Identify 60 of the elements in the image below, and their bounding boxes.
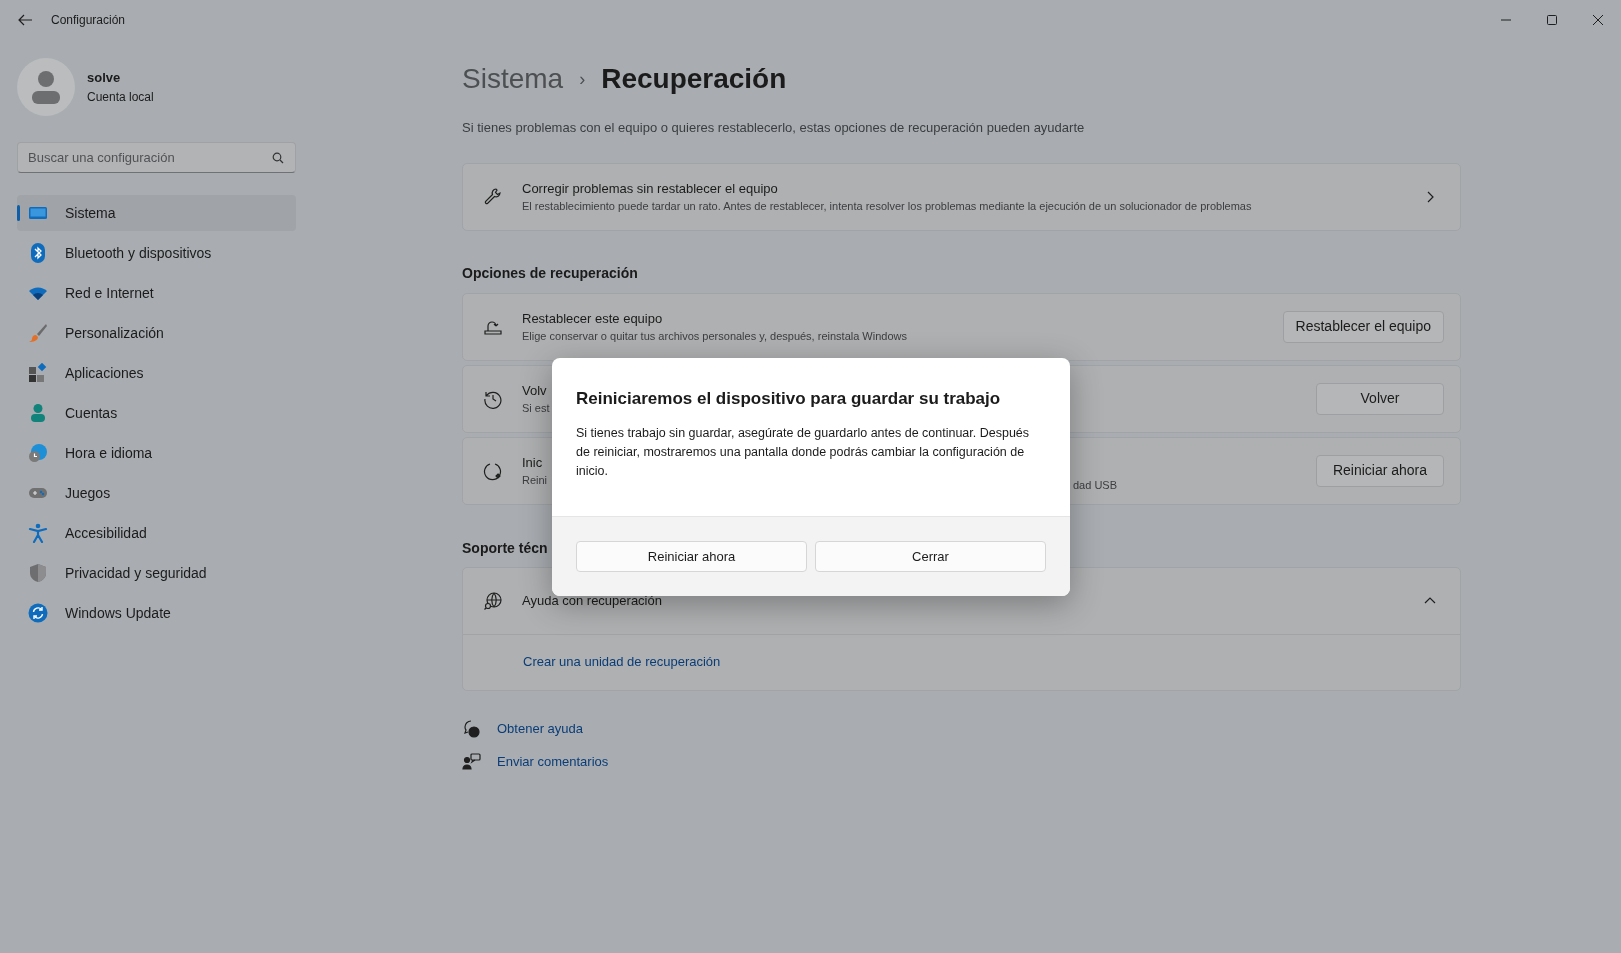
- settings-card[interactable]: Corregir problemas sin restablecer el equipo El restablecimiento puede tardar un rato. Antes de restablecer, intenta resolver los problemas mediante la ejecución de un solucionador de problemas: [462, 162, 1461, 231]
- help-link[interactable]: Enviar comentarios: [497, 751, 609, 772]
- card-title: Corregir problemas sin restablecer el equipo: [522, 179, 779, 198]
- nav-item[interactable]: Privacidad y seguridad: [17, 555, 296, 591]
- nav-item[interactable]: Cuentas: [17, 395, 296, 431]
- card-subtitle: El restablecimiento puede tardar un rato. Antes de restablecer, intenta resolver los problemas mediante la ejecución de un solucionador de problemas: [522, 199, 1253, 214]
- action-button[interactable]: Volver: [1316, 382, 1444, 415]
- person-icon: [28, 403, 48, 423]
- dialog-button[interactable]: Cerrar: [815, 541, 1046, 572]
- card-title: Ayuda con recuperación: [522, 591, 663, 610]
- page-description: Si tienes problemas con el equipo o quieres restablecerlo, estas opciones de recuperación pueden ayudarte: [462, 119, 1086, 137]
- nav-item[interactable]: Accesibilidad: [17, 515, 296, 551]
- selection-indicator: [17, 205, 20, 221]
- dialog-button[interactable]: Reiniciar ahora: [576, 541, 807, 572]
- nav-item[interactable]: Juegos: [17, 475, 296, 511]
- nav-item[interactable]: Hora e idioma: [17, 435, 296, 471]
- wrench-icon: [483, 186, 503, 207]
- globe-search-icon: [483, 590, 503, 611]
- page-title: Recuperación: [601, 62, 787, 96]
- action-button[interactable]: Reiniciar ahora: [1316, 454, 1444, 487]
- nav-item[interactable]: Bluetooth y dispositivos: [17, 235, 296, 271]
- card-subtitle: Elige conservar o quitar tus archivos personales y, después, reinstala Windows: [522, 329, 907, 344]
- nav-item[interactable]: Windows Update: [17, 595, 296, 631]
- card-title: Restablecer este equipo: [522, 309, 663, 328]
- card-title: Volv: [522, 381, 547, 400]
- breadcrumb-parent[interactable]: Sistema: [462, 58, 564, 100]
- back-arrow-icon[interactable]: [17, 12, 33, 28]
- nav-item[interactable]: Sistema: [17, 195, 296, 231]
- breadcrumb-separator: ›: [579, 67, 586, 91]
- card-title: Inic: [522, 453, 543, 472]
- dialog-title: Reiniciaremos el dispositivo para guardar su trabajo: [576, 388, 1002, 410]
- bluetooth-icon: [28, 243, 48, 263]
- action-button[interactable]: Restablecer el equipo: [1282, 310, 1444, 343]
- dialog-message: Si tienes trabajo sin guardar, asegúrate de guardarlo antes de continuar. Después de reiniciar, mostraremos una pantalla donde podrás cambiar la configuración de inicio.: [576, 424, 1031, 480]
- account-type: Cuenta local: [87, 88, 154, 106]
- accessibility-icon: [28, 523, 48, 543]
- nav-item[interactable]: Red e Internet: [17, 275, 296, 311]
- search-field[interactable]: Buscar una configuración: [17, 142, 296, 173]
- shield-icon: [28, 563, 48, 583]
- help-chat-icon: [462, 718, 482, 739]
- user-name: solve: [87, 69, 122, 88]
- section-heading: Soporte técn: [462, 538, 548, 558]
- apps-icon: [28, 363, 48, 383]
- card-subtitle: Si est: [522, 401, 550, 416]
- sync-icon: [28, 603, 48, 623]
- window-title: Configuración: [51, 12, 126, 29]
- card-subtitle: dad USB: [1073, 477, 1118, 493]
- nav-item[interactable]: Aplicaciones: [17, 355, 296, 391]
- card-subtitle: Reini: [522, 473, 548, 488]
- help-link[interactable]: Obtener ayuda: [497, 718, 583, 739]
- paintbrush-icon: [28, 323, 48, 343]
- close-icon: [1592, 14, 1604, 26]
- nav-item[interactable]: Personalización: [17, 315, 296, 351]
- search-icon: [272, 152, 284, 164]
- globe-clock-icon: [28, 443, 48, 463]
- section-heading: Opciones de recuperación: [462, 263, 639, 283]
- feedback-icon: [462, 751, 482, 772]
- person-silhouette-icon: [31, 69, 61, 105]
- recovery-drive-link[interactable]: Crear una unidad de recuperación: [523, 652, 721, 672]
- maximize-icon: [1546, 14, 1558, 26]
